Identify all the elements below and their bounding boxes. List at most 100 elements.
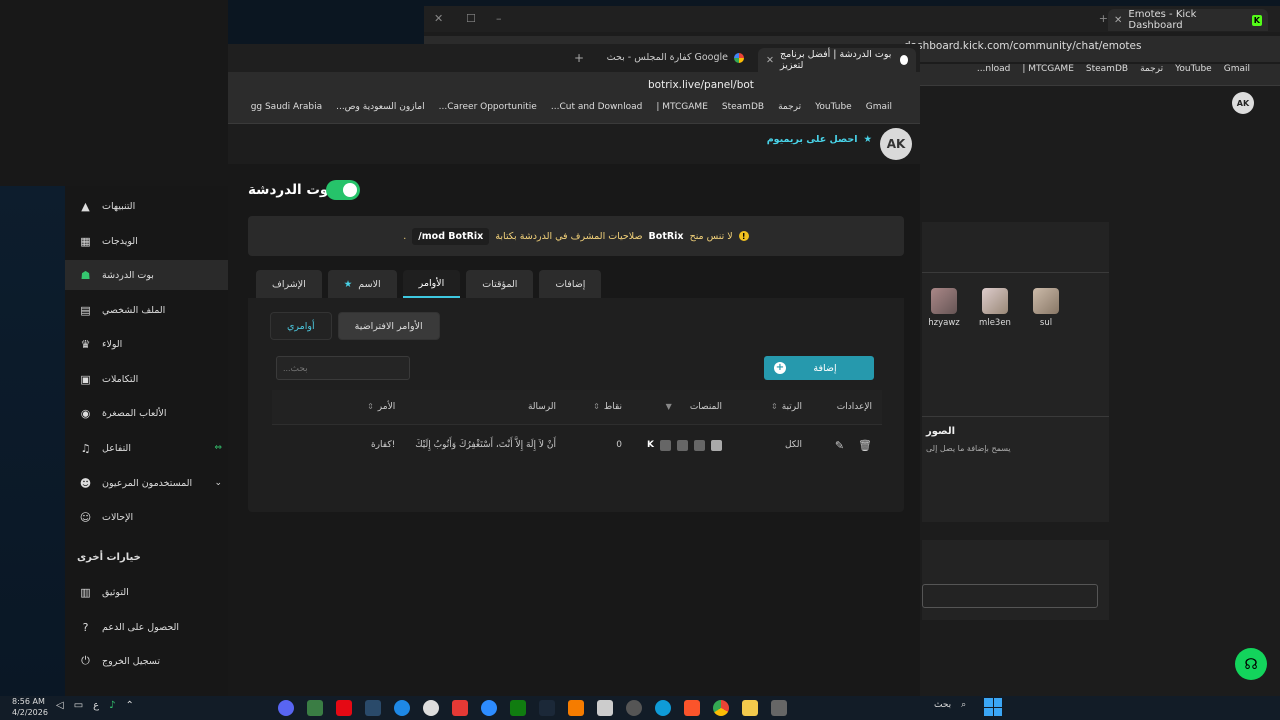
tab-timers[interactable]: المؤقتات <box>466 270 534 298</box>
delete-icon[interactable]: 🗑 <box>858 439 872 452</box>
language-indicator[interactable]: ع <box>93 700 99 711</box>
bot-enable-toggle[interactable] <box>326 180 360 200</box>
new-tab-icon[interactable]: + <box>1099 12 1108 25</box>
filter-icon[interactable]: ▼ <box>666 402 672 411</box>
bookmark-steamdb[interactable]: SteamDB <box>722 102 764 112</box>
sidebar-item-profile[interactable]: ▤ الملف الشخصي <box>65 295 228 325</box>
clock[interactable]: 8:56 AM 4/2/2026 <box>12 696 48 718</box>
sidebar-item-chatbot[interactable]: ☗ بوت الدردشة <box>65 260 228 290</box>
settings-icon[interactable] <box>423 700 439 716</box>
col-rank[interactable]: الرتبة⇕ <box>732 390 812 425</box>
app-icon[interactable] <box>771 700 787 716</box>
kick-avatar[interactable]: AK <box>1232 92 1254 114</box>
search-input[interactable] <box>276 356 410 380</box>
xbox-icon[interactable] <box>510 700 526 716</box>
sidebar-item-interaction[interactable]: ♫ التفاعل ⇔ <box>65 433 228 463</box>
kick-user[interactable]: sul <box>1028 288 1064 328</box>
tab-close-icon[interactable]: ✕ <box>1114 15 1122 26</box>
tab-addons[interactable]: إضافات <box>539 270 602 298</box>
app-icon[interactable] <box>365 700 381 716</box>
steam-icon[interactable] <box>539 700 555 716</box>
sidebar-item-integrations[interactable]: ▣ التكاملات <box>65 364 228 394</box>
sidebar-item-minigames[interactable]: ◉ الألعاب المصغرة <box>65 398 228 428</box>
tab-commands[interactable]: الأوامر <box>402 270 461 298</box>
avatar[interactable]: AK <box>880 128 912 160</box>
chevron-up-icon[interactable]: ⌃ <box>126 700 134 711</box>
sidebar-item-docs[interactable]: ▥ التوثيق <box>65 577 228 607</box>
tab-name[interactable]: ★ الاسم <box>327 270 397 298</box>
youtube-platform-icon[interactable] <box>660 439 671 451</box>
microphone-icon[interactable]: ♪ <box>109 700 115 711</box>
tab-botrix[interactable]: ✕ بوت الدردشة | أفضل برنامج لتعزيز <box>758 48 916 72</box>
col-points[interactable]: نقاط⇕ <box>566 390 632 425</box>
kick-input-field[interactable] <box>922 584 1098 608</box>
app-icon[interactable] <box>626 700 642 716</box>
bookmark-youtube[interactable]: YouTube <box>1175 64 1212 74</box>
tab-google-search[interactable]: كفارة المجلس - بحث Google <box>607 52 744 63</box>
bookmark-mtcgame[interactable]: MTCGAME | <box>1022 64 1074 74</box>
zoom-icon[interactable] <box>481 700 497 716</box>
address-bar[interactable] <box>228 72 920 100</box>
tab-moderation[interactable]: الإشراف <box>256 270 322 298</box>
bookmark-amazon[interactable]: أمازون السعودية وص... <box>336 102 425 112</box>
sort-icon[interactable]: ⇕ <box>593 402 600 411</box>
windows-start-icon[interactable] <box>984 698 1002 716</box>
premium-button[interactable]: احصل على بريميوم ★ <box>767 134 872 145</box>
sidebar-item-loyalty[interactable]: ♛ الولاء <box>65 329 228 359</box>
sidebar-item-sponsored-users[interactable]: ☻ المستخدمون المرعيون ⌄ <box>65 468 228 498</box>
volume-icon[interactable]: ◁ <box>56 700 64 711</box>
url-text[interactable]: botrix.live/panel/bot <box>648 79 754 91</box>
sidebar-item-widgets[interactable]: ▦ الويدجات <box>65 226 228 256</box>
file-explorer-icon[interactable] <box>742 700 758 716</box>
youtube-icon[interactable] <box>452 700 468 716</box>
bookmark-steamdb[interactable]: SteamDB <box>1086 64 1128 74</box>
tab-default-commands[interactable]: الأوامر الافتراضية <box>337 312 440 340</box>
bookmark-gmail[interactable]: Gmail <box>1224 64 1250 74</box>
taskbar-search[interactable]: بحث ⌕ <box>934 700 966 710</box>
add-command-button[interactable]: + إضافة <box>764 356 874 380</box>
discord-icon[interactable] <box>278 700 294 716</box>
col-platforms[interactable]: المنصات ▼ <box>632 390 732 425</box>
netflix-icon[interactable] <box>336 700 352 716</box>
chrome-icon[interactable] <box>713 700 729 716</box>
bookmark-gg[interactable]: gg Saudi Arabia <box>251 102 322 112</box>
tv-platform-icon[interactable] <box>677 439 688 451</box>
new-tab-icon[interactable]: + <box>574 51 584 65</box>
bookmark-translate[interactable]: ترجمة <box>778 102 801 112</box>
sidebar-item-support[interactable]: ? الحصول على الدعم <box>65 612 228 642</box>
bookmark-career[interactable]: Career Opportunitie... <box>439 102 537 112</box>
tab-my-commands[interactable]: أوامري <box>270 312 332 340</box>
col-command[interactable]: الأمر⇕ <box>272 390 406 425</box>
store-icon[interactable] <box>597 700 613 716</box>
minimize-icon[interactable]: – <box>496 12 502 25</box>
kick-user[interactable]: hzyawz <box>926 288 962 328</box>
kick-platform-icon[interactable]: K <box>647 440 654 450</box>
tab-close-icon[interactable]: ✕ <box>766 55 774 66</box>
maximize-icon[interactable]: ☐ <box>466 12 476 25</box>
tab-kick-dashboard[interactable]: ✕ Emotes - Kick Dashboard K <box>1108 9 1268 31</box>
app-icon[interactable] <box>394 700 410 716</box>
bookmark-cut-download[interactable]: Cut and Download... <box>551 102 643 112</box>
chevron-down-icon[interactable]: ⌄ <box>214 478 222 488</box>
vlc-icon[interactable] <box>568 700 584 716</box>
app-icon[interactable] <box>307 700 323 716</box>
kick-user[interactable]: mle3en <box>977 288 1013 328</box>
sort-icon[interactable]: ⇕ <box>367 402 374 411</box>
kick-url-text[interactable]: dashboard.kick.com/community/chat/emotes <box>904 40 1141 52</box>
bookmark-translate[interactable]: ترجمة <box>1140 64 1163 74</box>
support-headset-icon[interactable]: ☊ <box>1235 648 1267 680</box>
sidebar-item-referrals[interactable]: ☺ الإحالات <box>65 502 228 532</box>
edit-icon[interactable]: ✎ <box>835 439 844 452</box>
bookmark-youtube[interactable]: YouTube <box>815 102 852 112</box>
bookmark-download[interactable]: nload... <box>977 64 1011 74</box>
twitch-platform-icon[interactable] <box>694 439 705 451</box>
trovo-platform-icon[interactable] <box>711 439 722 451</box>
sidebar-item-alerts[interactable]: ▲ التنبيهات <box>65 191 228 221</box>
brave-icon[interactable] <box>684 700 700 716</box>
edge-icon[interactable] <box>655 700 671 716</box>
bookmark-mtcgame[interactable]: MTCGAME | <box>656 102 708 112</box>
close-icon[interactable]: ✕ <box>434 12 443 25</box>
sidebar-item-logout[interactable]: ⏻ تسجيل الخروج <box>65 646 228 676</box>
network-icon[interactable]: ▭ <box>74 700 83 711</box>
sort-icon[interactable]: ⇕ <box>771 402 778 411</box>
